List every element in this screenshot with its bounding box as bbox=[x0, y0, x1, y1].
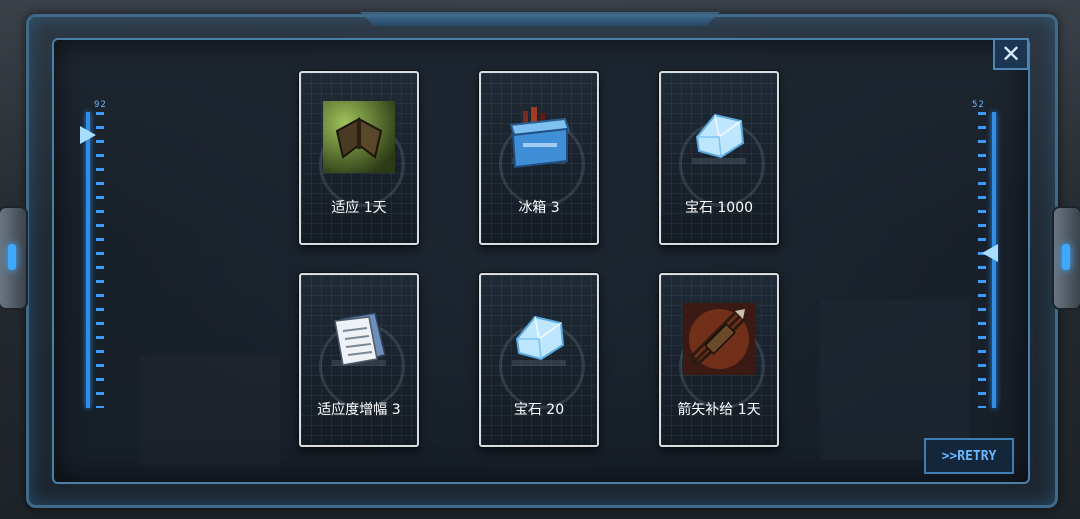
left-gauge-ticks bbox=[96, 112, 104, 408]
right-latch bbox=[1052, 206, 1080, 310]
right-gauge: 52 bbox=[970, 100, 1000, 410]
left-latch bbox=[0, 206, 28, 310]
reward-card[interactable]: 箭矢补给 1天 bbox=[659, 273, 779, 447]
reward-card[interactable]: 适应度增幅 3 bbox=[299, 273, 419, 447]
reward-card[interactable]: 宝石 20 bbox=[479, 273, 599, 447]
close-button[interactable]: ✕ bbox=[993, 38, 1029, 70]
reward-label: 箭矢补给 1天 bbox=[677, 402, 761, 418]
right-gauge-marker-icon bbox=[982, 244, 998, 262]
gem-icon bbox=[503, 303, 575, 375]
retry-button[interactable]: >>RETRY bbox=[924, 438, 1014, 474]
gem-icon bbox=[683, 101, 755, 173]
arrows-bundle-icon bbox=[683, 303, 755, 375]
moth-icon bbox=[323, 101, 395, 173]
reward-card[interactable]: 适应 1天 bbox=[299, 71, 419, 245]
reward-label: 适应度增幅 3 bbox=[317, 402, 401, 418]
reward-card[interactable]: 冰箱 3 bbox=[479, 71, 599, 245]
cooler-box-icon bbox=[503, 101, 575, 173]
left-gauge-marker-icon bbox=[80, 126, 96, 144]
reward-card[interactable]: 宝石 1000 bbox=[659, 71, 779, 245]
left-gauge-label: 92 bbox=[94, 100, 107, 110]
left-gauge: 92 bbox=[80, 100, 110, 410]
reward-label: 宝石 20 bbox=[513, 402, 565, 418]
close-icon: ✕ bbox=[1000, 40, 1022, 68]
right-latch-light bbox=[1062, 244, 1070, 270]
reward-label: 冰箱 3 bbox=[518, 200, 560, 216]
reward-label: 宝石 1000 bbox=[684, 200, 754, 216]
documents-icon bbox=[323, 303, 395, 375]
right-gauge-label: 52 bbox=[972, 100, 985, 110]
left-gauge-line bbox=[86, 112, 90, 408]
reward-label: 适应 1天 bbox=[331, 200, 387, 216]
left-latch-light bbox=[8, 244, 16, 270]
